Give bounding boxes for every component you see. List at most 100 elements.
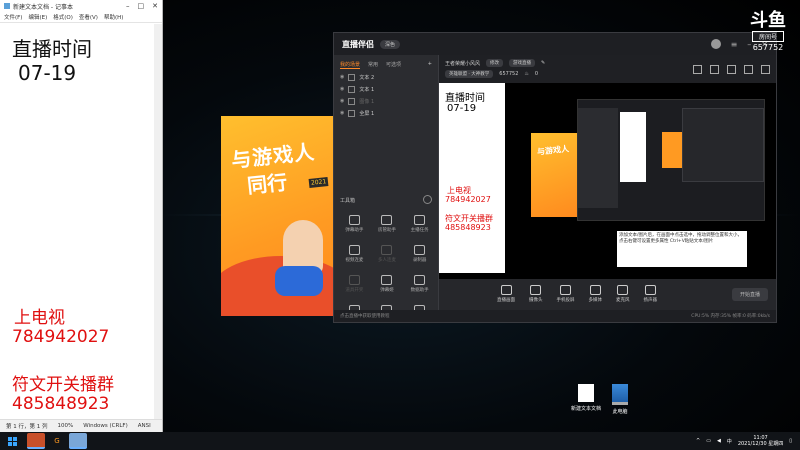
tv-icon (381, 275, 393, 285)
theme-toggle[interactable]: 深色 (380, 39, 401, 49)
poster-character-body (275, 266, 323, 296)
avatar[interactable] (710, 39, 721, 49)
menu-file[interactable]: 文件(F) (4, 13, 22, 21)
taskbar-app-companion[interactable] (27, 433, 45, 449)
tab-optional[interactable]: 可选项 (386, 61, 401, 69)
clock[interactable]: 11:07 2021/12/30 星期四 (738, 435, 783, 447)
notepad-title: 新建文本文档 - 记事本 (13, 3, 73, 11)
scene-tabs: 我的场景 常用 可选项 + (334, 55, 438, 71)
nested-panel (578, 108, 618, 208)
menu-view[interactable]: 查看(V) (79, 13, 98, 21)
media-icon (589, 285, 601, 295)
camera-button[interactable]: 摄像头 (529, 285, 543, 303)
source-label: 文本 2 (359, 74, 375, 81)
start-live-button[interactable]: 开始直播 (731, 287, 768, 301)
minimize-icon[interactable]: – (126, 2, 130, 10)
speaker-button[interactable]: 扬声器 (644, 285, 657, 303)
room-meta-row: 英雄联盟 · 大神教学 657752 ♨ 0 (445, 70, 538, 78)
eye-icon[interactable]: ◉ (340, 98, 344, 104)
microphone-button[interactable]: 麦克风 (616, 285, 630, 303)
ime-indicator[interactable]: 中 (727, 438, 732, 445)
douyu-watermark: 斗鱼 房间号 657752 (748, 12, 788, 56)
tool-recorder[interactable]: 录制器 (403, 245, 436, 263)
tool-tasks[interactable]: 主播任务 (403, 215, 436, 233)
share-icon[interactable] (761, 65, 770, 74)
source-item[interactable]: ◉ 全屏 1 (334, 107, 438, 119)
settings-icon[interactable]: ≡ (731, 40, 738, 49)
text-line: 07-19 (18, 61, 77, 85)
performance-stats: CPU:5% 内存:35% 帧率:0 码率:0kb/s (691, 314, 770, 319)
taskbar-app-notepad[interactable] (69, 433, 87, 449)
watermark-brand: 斗鱼 (750, 10, 786, 31)
tool-danmaku-girl[interactable]: 弹幕姬 (371, 275, 404, 293)
gift-icon (348, 275, 360, 285)
toolbox-grid: 弹幕助手 房管助手 主播任务 视频连麦 多人连麦 录制器 道具开奖 弹幕姬 数据… (338, 215, 436, 323)
tool-data[interactable]: 数据助手 (403, 275, 436, 293)
status-encoding: ANSI (137, 423, 151, 429)
main-area: 王者荣耀小风风 修改 游戏直播 ✎ 英雄联盟 · 大神教学 657752 ♨ 0 (439, 55, 776, 279)
menu-format[interactable]: 格式(O) (53, 13, 73, 21)
room-id: 657752 (499, 71, 519, 77)
source-label: 文本 1 (359, 86, 375, 93)
screen-icon (500, 285, 512, 295)
tab-common[interactable]: 常用 (368, 61, 378, 69)
stream-companion-window[interactable]: 直播伴侣 深色 ≡ – ✕ 我的场景 常用 可选项 + ◉ 文本 2 ◉ 文本 1 … (333, 32, 777, 323)
nested-poster (662, 132, 682, 168)
room-title: 王者荣耀小风风 (445, 60, 481, 67)
source-item[interactable]: ◉ 图像 1 (334, 95, 438, 107)
menu-edit[interactable]: 编辑(E) (28, 13, 47, 21)
fullscreen-icon[interactable] (744, 65, 753, 74)
tutorial-link[interactable]: 点击直播中获取使用教程 (340, 313, 390, 319)
preview-nested-capture (577, 99, 765, 221)
tool-danmaku[interactable]: 弹幕助手 (338, 215, 371, 233)
volume-icon[interactable]: ◀ (717, 438, 721, 444)
maximize-icon[interactable]: □ (138, 2, 145, 10)
stream-preview[interactable]: 直播时间 07-19 上电视 784942027 符文开关播群 48584892… (439, 83, 776, 279)
desktop-icon-this-pc[interactable]: 此电脑 (598, 384, 642, 415)
app-titlebar[interactable]: 直播伴侣 深色 ≡ – ✕ (334, 33, 776, 55)
category-select[interactable]: 游戏直播 (509, 59, 536, 67)
media-button[interactable]: 多媒体 (589, 285, 602, 303)
menu-help[interactable]: 帮助(H) (104, 13, 123, 21)
close-icon[interactable]: ✕ (152, 2, 158, 10)
lock-icon[interactable] (710, 65, 719, 74)
room-title-row: 王者荣耀小风风 修改 游戏直播 ✎ (445, 59, 545, 67)
source-item[interactable]: ◉ 文本 1 (334, 83, 438, 95)
taskbar-app-g[interactable]: G (48, 434, 66, 448)
file-icon (578, 384, 594, 402)
scene-button[interactable]: 直播画面 (497, 285, 515, 303)
notification-icon[interactable]: ▯ (789, 438, 792, 444)
text-line: 485848923 (12, 394, 110, 414)
notepad-titlebar[interactable]: 新建文本文档 - 记事本 – □ ✕ (0, 0, 162, 12)
edit-icon[interactable]: ✎ (541, 60, 545, 66)
chevron-up-icon[interactable]: ^ (696, 438, 700, 444)
notepad-menubar: 文件(F) 编辑(E) 格式(O) 查看(V) 帮助(H) (0, 12, 162, 23)
tool-video-link[interactable]: 视频连麦 (338, 245, 371, 263)
poster-badge: 2021 (308, 177, 329, 188)
tool-lottery[interactable]: 道具开奖 (338, 275, 371, 293)
chat-icon (348, 215, 360, 225)
phone-cast-button[interactable]: 手机投屏 (557, 285, 575, 303)
camera-icon (530, 285, 542, 295)
add-scene-button[interactable]: + (428, 61, 432, 69)
computer-icon (612, 384, 628, 405)
refresh-icon[interactable] (423, 195, 432, 204)
grid-icon[interactable] (693, 65, 702, 74)
network-icon[interactable]: ▭ (706, 438, 711, 444)
eye-icon[interactable]: ◉ (340, 74, 344, 80)
text-line: 上电视 (14, 308, 65, 328)
record-icon (414, 245, 426, 255)
edit-title-button[interactable]: 修改 (486, 59, 504, 67)
subcategory-select[interactable]: 英雄联盟 · 大神教学 (445, 70, 494, 78)
source-item[interactable]: ◉ 文本 2 (334, 71, 438, 83)
eye-icon[interactable]: ◉ (340, 86, 344, 92)
eye-icon[interactable]: ◉ (340, 110, 344, 116)
notepad-window[interactable]: 新建文本文档 - 记事本 – □ ✕ 文件(F) 编辑(E) 格式(O) 查看(… (0, 0, 163, 432)
tool-room-admin[interactable]: 房管助手 (371, 215, 404, 233)
vertical-scrollbar[interactable] (154, 24, 162, 420)
start-button[interactable] (0, 432, 24, 450)
tool-multi-link[interactable]: 多人连麦 (371, 245, 404, 263)
layout-icon[interactable] (727, 65, 736, 74)
text-source-icon (348, 73, 356, 81)
tab-my-scene[interactable]: 我的场景 (340, 61, 361, 69)
